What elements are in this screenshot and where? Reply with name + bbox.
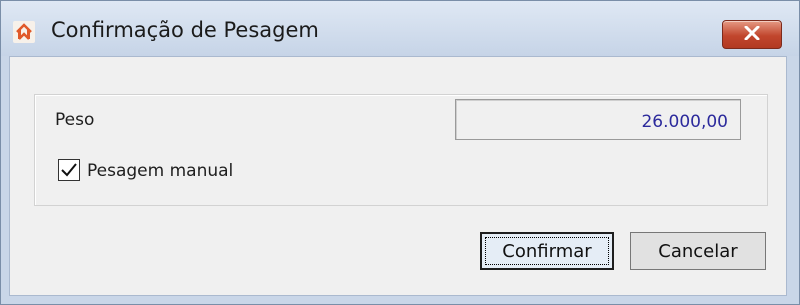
close-button[interactable]: [722, 20, 782, 49]
app-logo-icon: [13, 21, 35, 43]
cancel-button-label: Cancelar: [658, 240, 738, 262]
peso-label: Peso: [55, 110, 95, 130]
cancel-button[interactable]: Cancelar: [630, 232, 766, 270]
window-title: Confirmação de Pesagem: [51, 18, 319, 42]
confirm-button[interactable]: Confirmar: [480, 232, 614, 270]
confirm-button-label: Confirmar: [502, 240, 592, 262]
dialog-body: Peso 26.000,00 Pesagem manual Confirmar …: [9, 56, 787, 296]
checkmark-icon: [61, 163, 77, 177]
title-bar[interactable]: Confirmação de Pesagem: [1, 1, 799, 56]
peso-input[interactable]: 26.000,00: [455, 99, 741, 140]
dialog-window: Confirmação de Pesagem Peso 26.000,00 Pe…: [0, 0, 800, 305]
close-icon: [744, 25, 760, 44]
weighing-group: Peso 26.000,00 Pesagem manual: [34, 94, 768, 206]
manual-weighing-label[interactable]: Pesagem manual: [87, 161, 233, 181]
manual-weighing-checkbox[interactable]: [58, 159, 80, 181]
